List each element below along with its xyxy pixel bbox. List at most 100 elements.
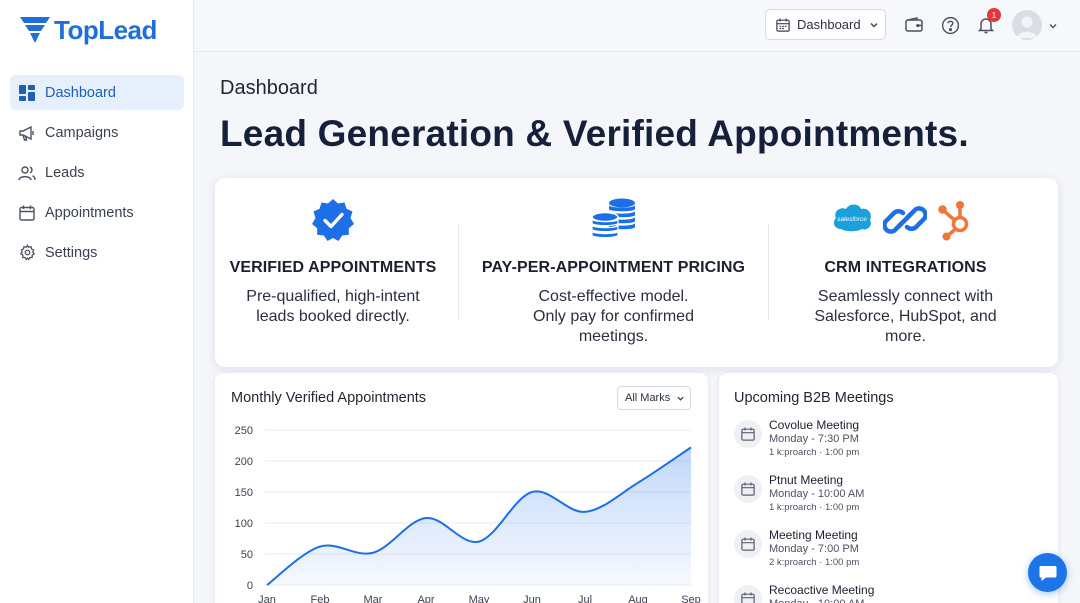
x-tick-label: Jun xyxy=(523,594,541,603)
feature-verified-appointments: VERIFIED APPOINTMENTS Pre-qualified, hig… xyxy=(215,178,451,367)
meeting-details: 1 k:proarch · 1:00 pm xyxy=(769,447,860,458)
meeting-time: Monday - 10:00 AM xyxy=(769,488,865,500)
x-tick-label: Mar xyxy=(364,594,383,603)
topbar: Dashboard 1 xyxy=(194,0,1080,52)
meeting-time: Monday - 10:00 AM xyxy=(769,598,864,603)
sidebar: TopLead Dashboard Campaigns Leads Appoin… xyxy=(0,0,194,603)
chat-button[interactable] xyxy=(1028,553,1067,592)
sidebar-item-label: Settings xyxy=(45,244,98,261)
sidebar-nav: Dashboard Campaigns Leads Appointments S… xyxy=(10,75,184,275)
sidebar-item-label: Campaigns xyxy=(45,124,119,141)
meeting-time: Monday - 7:00 PM xyxy=(769,543,859,555)
sidebar-item-dashboard[interactable]: Dashboard xyxy=(10,75,184,110)
sidebar-item-campaigns[interactable]: Campaigns xyxy=(10,115,184,150)
y-tick-label: 150 xyxy=(235,487,253,499)
salesforce-logo-text: salesforce xyxy=(837,216,867,223)
x-tick-label: Jul xyxy=(578,594,592,603)
chat-bubble-icon xyxy=(1039,565,1056,581)
wallet-icon xyxy=(905,17,923,32)
appointments-chart-card: Monthly Verified Appointments All Marks … xyxy=(215,373,708,603)
x-tick-label: Sep xyxy=(681,594,701,603)
meeting-name: Ptnut Meeting xyxy=(769,473,844,487)
chevron-down-icon[interactable] xyxy=(1048,21,1058,31)
meeting-name: Covolue Meeting xyxy=(769,418,860,432)
help-button[interactable] xyxy=(939,14,961,36)
wallet-button[interactable] xyxy=(903,14,925,36)
sidebar-item-appointments[interactable]: Appointments xyxy=(10,195,184,230)
feature-title: CRM INTEGRATIONS xyxy=(824,259,987,276)
avatar[interactable] xyxy=(1012,10,1042,40)
feature-desc-line: Cost-effective model. xyxy=(538,288,689,305)
sidebar-item-label: Appointments xyxy=(45,204,134,221)
feature-description: Seamlessly connect with Salesforce, HubS… xyxy=(769,287,1042,347)
meetings-title: Upcoming B2B Meetings xyxy=(734,390,894,406)
calendar-icon xyxy=(776,17,790,32)
meeting-item[interactable]: Ptnut Meeting Monday - 10:00 AM 1 k:proarc… xyxy=(734,473,1034,523)
x-tick-label: Jan xyxy=(258,594,276,603)
meeting-item[interactable]: Meeting Meeting Monday - 7:00 PM 2 k:proar… xyxy=(734,528,1034,578)
users-icon xyxy=(18,164,36,182)
x-tick-label: Feb xyxy=(311,594,330,603)
features-card: VERIFIED APPOINTMENTS Pre-qualified, hig… xyxy=(215,178,1058,367)
sidebar-item-settings[interactable]: Settings xyxy=(10,235,184,270)
page-title: Lead Generation & Verified Appointments. xyxy=(220,113,969,154)
help-icon xyxy=(941,16,959,34)
feature-desc-line: Pre-qualified, high-intent xyxy=(246,288,420,305)
meeting-name: Recoactive Meeting xyxy=(769,583,875,597)
verified-badge-icon xyxy=(312,199,354,241)
feature-description: Pre-qualified, high-intent leads booked … xyxy=(215,287,451,327)
salesforce-logo-icon: salesforce xyxy=(833,204,871,232)
feature-crm-integrations: salesforce CRM INTEGRATIONS Seamlessly c… xyxy=(769,178,1042,367)
meeting-details: 1 k:proarch · 1:00 pm xyxy=(769,502,860,513)
notification-badge: 1 xyxy=(987,8,1001,22)
crm-logos-icon: salesforce xyxy=(831,198,981,244)
feature-desc-line: Salesforce, HubSpot, and xyxy=(814,308,997,325)
feature-desc-line: more. xyxy=(885,328,926,345)
sidebar-item-label: Dashboard xyxy=(45,84,116,101)
meeting-item[interactable]: Recoactive MeetingMonday - 10:00 AM xyxy=(734,583,1034,603)
x-tick-label: May xyxy=(469,594,490,603)
feature-desc-line: leads booked directly. xyxy=(256,308,410,325)
y-tick-label: 200 xyxy=(235,456,253,468)
y-tick-label: 100 xyxy=(235,518,253,530)
hubspot-logo-icon xyxy=(938,200,969,241)
series-area xyxy=(267,447,691,585)
y-tick-label: 250 xyxy=(235,425,253,437)
calendar-icon xyxy=(734,475,762,503)
feature-description: Cost-effective model. Only pay for confi… xyxy=(459,287,768,347)
calendar-icon xyxy=(18,204,36,222)
logo[interactable]: TopLead xyxy=(18,12,157,48)
logo-mark-icon xyxy=(20,17,50,43)
view-select-label: Dashboard xyxy=(797,17,861,32)
megaphone-icon xyxy=(18,124,36,142)
x-tick-label: Aug xyxy=(628,594,648,603)
view-select[interactable]: Dashboard xyxy=(765,9,886,40)
appointments-area-chart: 0 50 100 150 200 250 Jan Feb Mar Apr May Jun Jul Aug S… xyxy=(235,425,701,603)
link-chain-icon xyxy=(883,206,927,234)
meetings-card: Upcoming B2B Meetings Covolue Meeting Mon… xyxy=(719,373,1058,603)
feature-desc-line: Seamlessly connect with xyxy=(817,288,994,305)
calendar-icon xyxy=(734,530,762,558)
y-tick-label: 50 xyxy=(241,549,253,561)
logo-text: TopLead xyxy=(54,14,157,45)
breadcrumb: Dashboard xyxy=(220,77,318,99)
chevron-down-icon xyxy=(870,22,878,27)
dashboard-icon xyxy=(18,84,36,102)
sidebar-item-label: Leads xyxy=(45,164,85,181)
calendar-icon xyxy=(734,420,762,448)
feature-desc-line: meetings. xyxy=(578,328,649,345)
notifications-button[interactable]: 1 xyxy=(975,8,1001,36)
y-tick-label: 0 xyxy=(247,580,253,592)
feature-title: PAY-PER-APPOINTMENT PRICING xyxy=(481,259,746,276)
meeting-time: Monday - 7:30 PM xyxy=(769,433,859,445)
sidebar-item-leads[interactable]: Leads xyxy=(10,155,184,190)
feature-title: VERIFIED APPOINTMENTS xyxy=(229,259,437,276)
feature-desc-line: Only pay for confirmed xyxy=(533,308,694,325)
meeting-name: Meeting Meeting xyxy=(769,528,858,542)
x-tick-label: Apr xyxy=(417,594,434,603)
feature-pay-per-appointment: PAY-PER-APPOINTMENT PRICING Cost-effecti… xyxy=(459,178,768,367)
meeting-details: 2 k:proarch · 1:00 pm xyxy=(769,557,860,568)
meeting-item[interactable]: Covolue Meeting Monday - 7:30 PM 1 k:proar… xyxy=(734,418,1034,468)
gear-icon xyxy=(18,244,36,262)
calendar-icon xyxy=(734,585,762,603)
